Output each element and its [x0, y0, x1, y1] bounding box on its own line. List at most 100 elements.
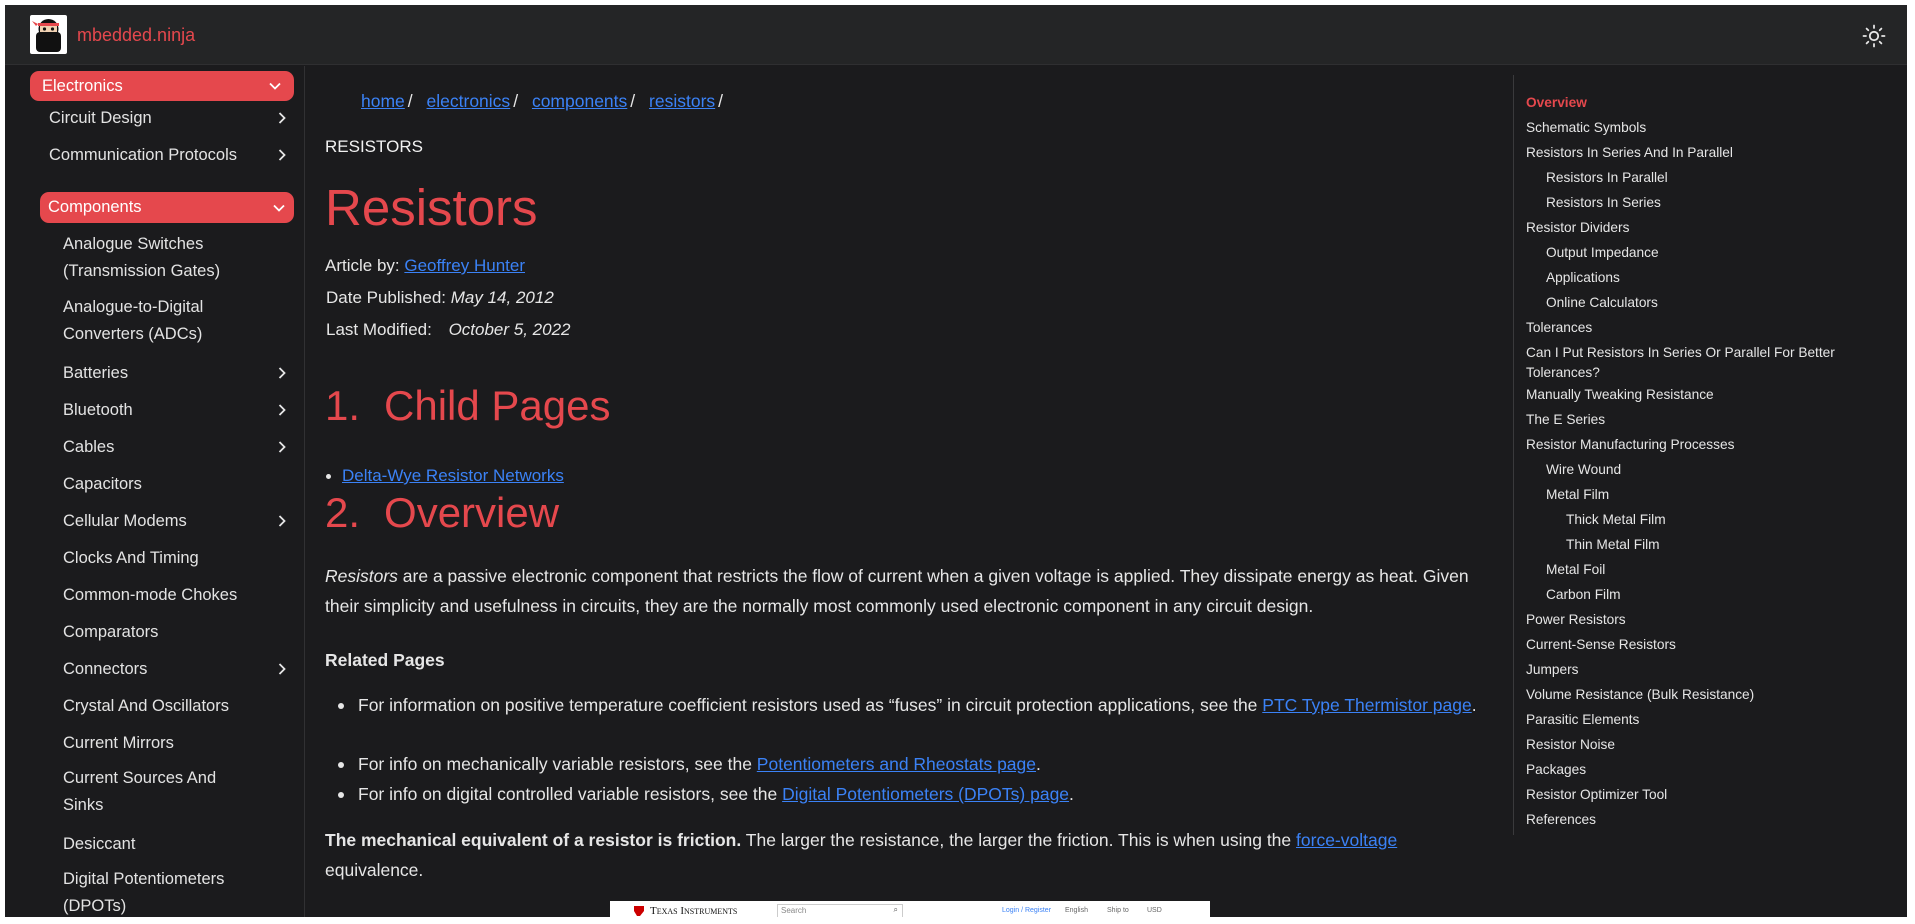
ninja-logo[interactable] [30, 15, 67, 54]
ti-currency: USD [1147, 907, 1162, 914]
toc-item[interactable]: Applications [1546, 268, 1620, 288]
toc-item[interactable]: Resistors In Parallel [1546, 168, 1668, 188]
sidebar-item-current-mirrors[interactable]: Current Mirrors [63, 728, 289, 758]
sidebar-item-label: Capacitors [63, 474, 142, 493]
toc-item[interactable]: Schematic Symbols [1526, 118, 1646, 138]
force-voltage-link[interactable]: force-voltage [1296, 830, 1397, 850]
sidebar-item-label: Batteries [63, 363, 129, 382]
breadcrumb-separator: / [718, 91, 724, 111]
bullet-dot [338, 762, 344, 768]
site-name[interactable]: mbedded.ninja [77, 25, 195, 46]
related-pages-heading: Related Pages [325, 650, 445, 670]
toc-item[interactable]: Metal Film [1546, 485, 1609, 505]
sidebar-item-current-sources-and-sinks[interactable]: Current Sources And Sinks [63, 765, 238, 819]
toc-item[interactable]: Packages [1526, 760, 1586, 780]
toc-item[interactable]: Resistors In Series [1546, 193, 1661, 213]
toc-item[interactable]: Parasitic Elements [1526, 710, 1639, 730]
section-heading-overview: 2. Overview [325, 489, 559, 537]
ti-ship-to: Ship to [1107, 907, 1129, 914]
toc-item[interactable]: Overview [1526, 93, 1587, 113]
bullet-dot [326, 474, 331, 480]
sidebar-item-label: Analogue Switches (Transmission Gates) [63, 235, 221, 280]
sidebar-item-label: Cables [63, 437, 115, 456]
breadcrumb-separator: / [407, 91, 413, 111]
toc-item[interactable]: Can I Put Resistors In Series Or Paralle… [1526, 343, 1881, 383]
chevron-right-icon [278, 112, 286, 124]
toc-item[interactable]: Output Impedance [1546, 243, 1659, 263]
toc-item[interactable]: Resistor Dividers [1526, 218, 1629, 238]
sidebar-item-adcs[interactable]: Analogue-to-Digital Converters (ADCs) [63, 294, 243, 348]
toc-item[interactable]: Resistors In Series And In Parallel [1526, 143, 1733, 163]
sidebar-item-batteries[interactable]: Batteries [63, 358, 289, 388]
ti-search-placeholder: Search [781, 906, 807, 915]
related-text: For info on digital controlled variable … [358, 784, 783, 804]
sidebar-item-common-mode-chokes[interactable]: Common-mode Chokes [63, 580, 289, 610]
section-number: 1. [325, 382, 361, 429]
chevron-down-icon [269, 82, 281, 90]
chevron-right-icon [278, 515, 286, 527]
toc-item[interactable]: Online Calculators [1546, 293, 1658, 313]
toc-item[interactable]: Carbon Film [1546, 585, 1621, 605]
toc-item[interactable]: Wire Wound [1546, 460, 1621, 480]
related-after: . [1471, 695, 1477, 715]
breadcrumb-separator: / [630, 91, 636, 111]
toc-item[interactable]: References [1526, 810, 1596, 830]
toc-item[interactable]: Resistor Manufacturing Processes [1526, 435, 1734, 455]
sidebar-item-electronics[interactable]: Electronics [30, 71, 294, 101]
sidebar-item-communication-protocols[interactable]: Communication Protocols [49, 140, 289, 170]
sidebar-item-capacitors[interactable]: Capacitors [63, 469, 289, 499]
sidebar-item-label: Cellular Modems [63, 511, 187, 530]
top-navbar: mbedded.ninja [5, 5, 1907, 65]
toc-item[interactable]: Jumpers [1526, 660, 1578, 680]
chevron-right-icon [278, 404, 286, 416]
bullet-dot [338, 792, 344, 798]
breadcrumb-link-home[interactable]: home [361, 91, 405, 111]
ptc-thermistor-link[interactable]: PTC Type Thermistor page [1262, 695, 1471, 715]
toc-item[interactable]: Thick Metal Film [1566, 510, 1666, 530]
sidebar-item-cables[interactable]: Cables [63, 432, 289, 462]
author-link[interactable]: Geoffrey Hunter [404, 256, 525, 275]
child-page-link[interactable]: Delta-Wye Resistor Networks [342, 466, 564, 485]
article-author: Article by: Geoffrey Hunter [325, 256, 525, 276]
list-item: For information on positive temperature … [338, 691, 1478, 721]
toc-item[interactable]: Resistor Noise [1526, 735, 1615, 755]
section-title: Child Pages [384, 382, 611, 429]
toc-item[interactable]: Thin Metal Film [1566, 535, 1660, 555]
sidebar-item-analogue-switches[interactable]: Analogue Switches (Transmission Gates) [63, 231, 243, 285]
sun-icon[interactable] [1862, 24, 1886, 48]
potentiometers-link[interactable]: Potentiometers and Rheostats page [757, 754, 1036, 774]
toc-item[interactable]: Volume Resistance (Bulk Resistance) [1526, 685, 1754, 705]
toc-item[interactable]: Metal Foil [1546, 560, 1605, 580]
ti-login-link: Login / Register [1002, 907, 1052, 914]
chevron-down-icon [273, 204, 285, 212]
overview-text: are a passive electronic component that … [325, 566, 1469, 616]
sidebar-item-digital-potentiometers[interactable]: Digital Potentiometers (DPOTs) [63, 866, 238, 917]
sidebar-item-connectors[interactable]: Connectors [63, 654, 289, 684]
sidebar-item-desiccant[interactable]: Desiccant [63, 829, 289, 859]
dpots-link[interactable]: Digital Potentiometers (DPOTs) page [782, 784, 1069, 804]
sidebar-item-clocks-and-timing[interactable]: Clocks And Timing [63, 543, 289, 573]
breadcrumb-link-resistors[interactable]: resistors [649, 91, 715, 111]
toc-item[interactable]: Manually Tweaking Resistance [1526, 385, 1714, 405]
toc-item[interactable]: Resistor Optimizer Tool [1526, 785, 1667, 805]
sidebar-item-comparators[interactable]: Comparators [63, 617, 289, 647]
sidebar-item-label: Clocks And Timing [63, 548, 199, 567]
sidebar-item-label: Components [48, 198, 142, 216]
sidebar-item-bluetooth[interactable]: Bluetooth [63, 395, 289, 425]
toc-item[interactable]: Tolerances [1526, 318, 1592, 338]
sidebar-item-cellular-modems[interactable]: Cellular Modems [63, 506, 289, 536]
toc-item[interactable]: Power Resistors [1526, 610, 1626, 630]
toc-item[interactable]: The E Series [1526, 410, 1605, 430]
sidebar-item-crystal-and-oscillators[interactable]: Crystal And Oscillators [63, 691, 289, 721]
toc-item[interactable]: Current-Sense Resistors [1526, 635, 1676, 655]
breadcrumb-separator: / [513, 91, 519, 111]
ti-logo-icon [634, 906, 644, 916]
breadcrumb-link-electronics[interactable]: electronics [427, 91, 511, 111]
ti-search-input: Search ⌕ [777, 904, 903, 917]
sidebar-item-circuit-design[interactable]: Circuit Design [49, 103, 289, 133]
breadcrumb-link-components[interactable]: components [532, 91, 627, 111]
mechanical-equivalent-paragraph: The mechanical equivalent of a resistor … [325, 826, 1485, 885]
sidebar-item-components[interactable]: Components [40, 192, 294, 223]
sidebar-item-label: Comparators [63, 622, 159, 641]
sidebar-item-label: Desiccant [63, 834, 136, 853]
